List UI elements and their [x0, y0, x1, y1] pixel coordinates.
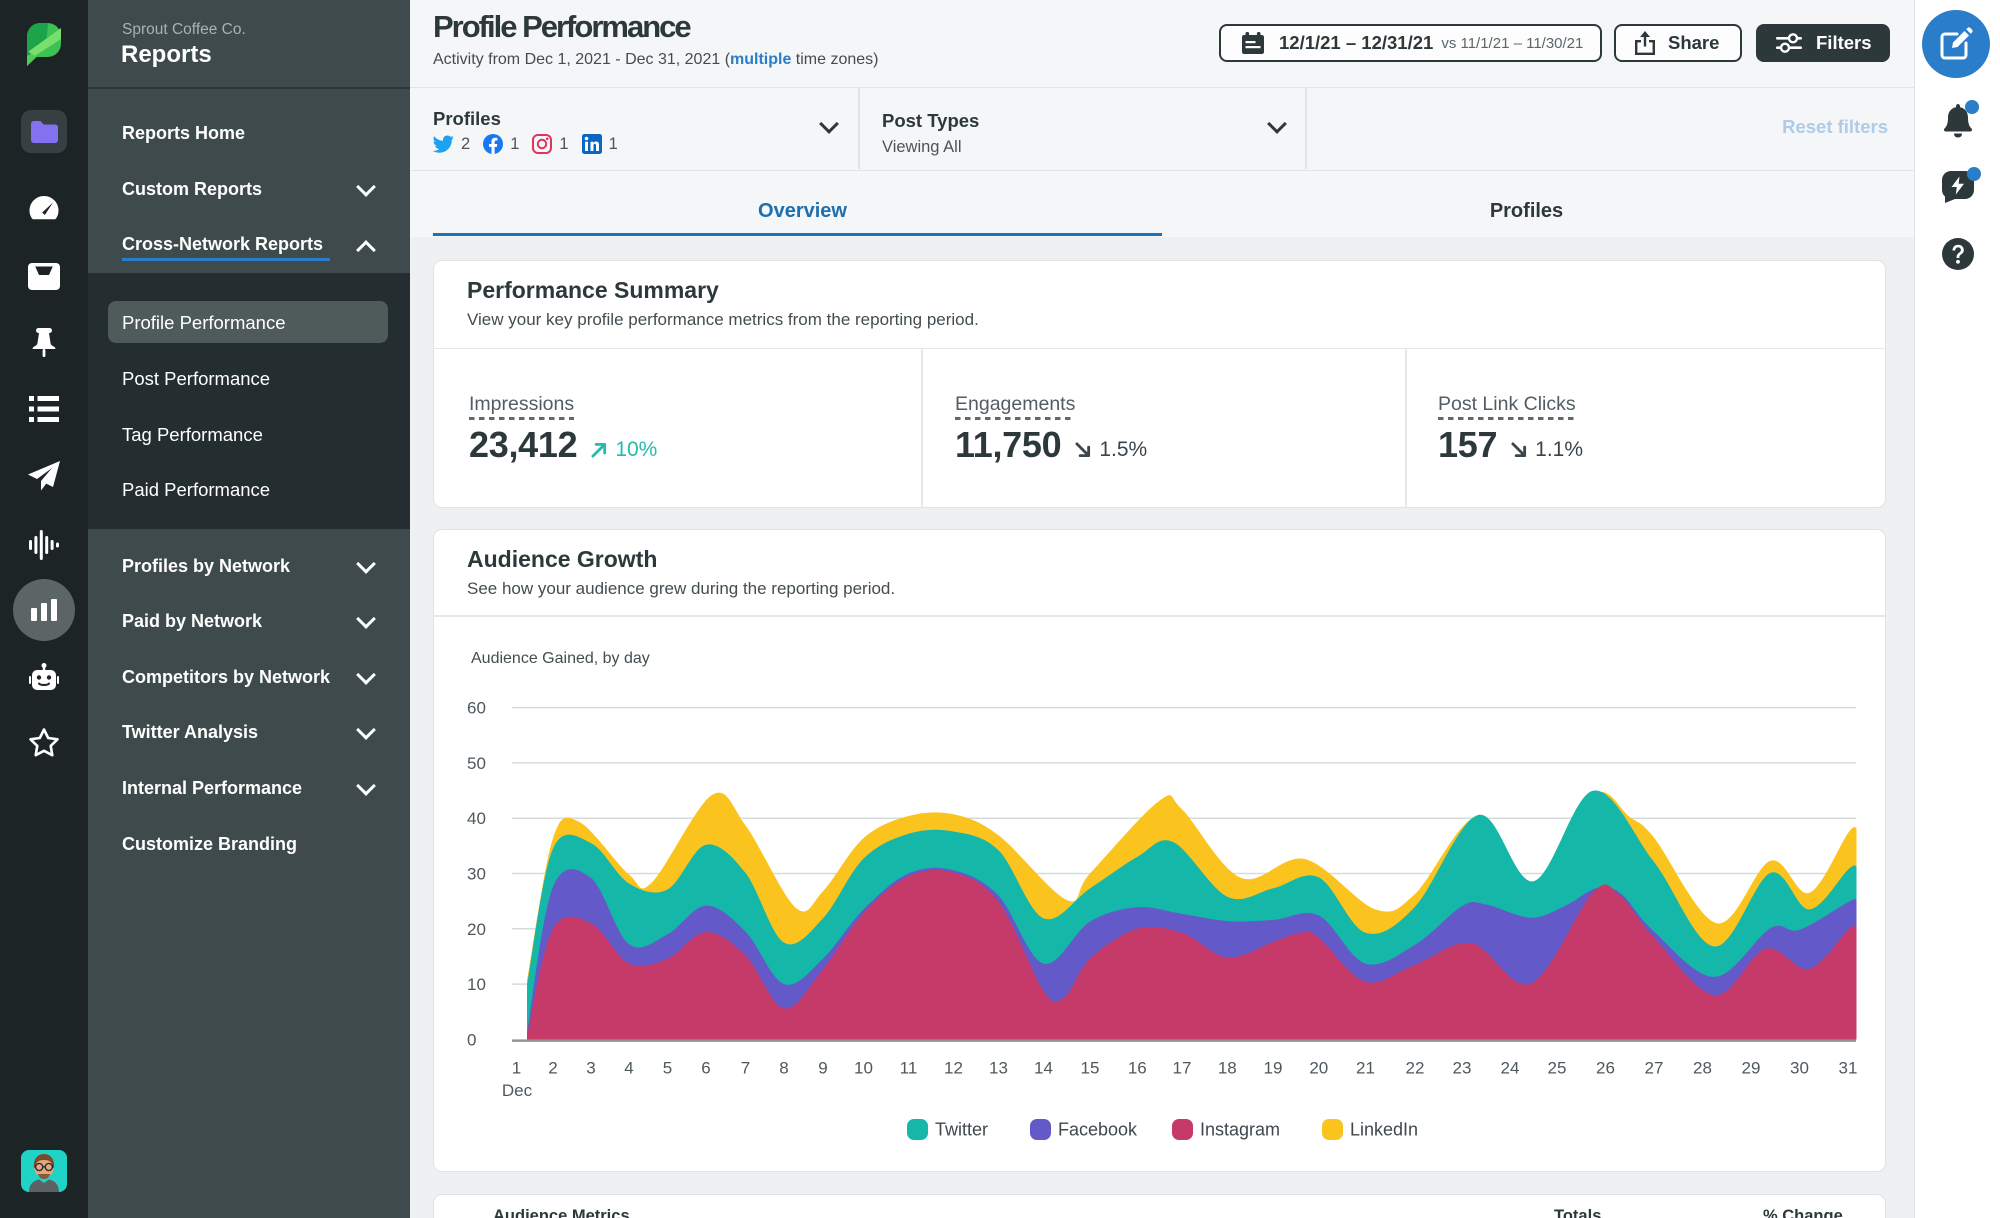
svg-text:30: 30 — [467, 865, 486, 884]
svg-text:7: 7 — [741, 1059, 750, 1078]
svg-text:2: 2 — [548, 1059, 557, 1078]
svg-text:LinkedIn: LinkedIn — [1350, 1120, 1418, 1140]
svg-text:0: 0 — [467, 1030, 476, 1049]
svg-text:Instagram: Instagram — [1200, 1120, 1280, 1140]
svg-text:Twitter: Twitter — [935, 1120, 988, 1140]
svg-text:31: 31 — [1839, 1059, 1858, 1078]
svg-text:5: 5 — [663, 1059, 672, 1078]
svg-text:50: 50 — [467, 754, 486, 773]
svg-text:6: 6 — [701, 1059, 710, 1078]
svg-text:12: 12 — [944, 1059, 963, 1078]
svg-text:19: 19 — [1264, 1059, 1283, 1078]
svg-text:23: 23 — [1453, 1059, 1472, 1078]
svg-text:10: 10 — [854, 1059, 873, 1078]
svg-text:3: 3 — [586, 1059, 595, 1078]
svg-text:24: 24 — [1501, 1059, 1520, 1078]
svg-text:20: 20 — [467, 920, 486, 939]
svg-text:9: 9 — [818, 1059, 827, 1078]
svg-text:15: 15 — [1081, 1059, 1100, 1078]
svg-text:20: 20 — [1309, 1059, 1328, 1078]
svg-text:14: 14 — [1034, 1059, 1053, 1078]
svg-text:40: 40 — [467, 809, 486, 828]
svg-text:16: 16 — [1128, 1059, 1147, 1078]
svg-text:30: 30 — [1790, 1059, 1809, 1078]
svg-text:11: 11 — [900, 1059, 918, 1078]
svg-text:26: 26 — [1596, 1059, 1615, 1078]
svg-text:Facebook: Facebook — [1058, 1120, 1138, 1140]
svg-text:17: 17 — [1173, 1059, 1192, 1078]
svg-text:10: 10 — [467, 975, 486, 994]
svg-text:27: 27 — [1645, 1059, 1664, 1078]
svg-text:29: 29 — [1742, 1059, 1761, 1078]
svg-text:18: 18 — [1218, 1059, 1237, 1078]
svg-text:21: 21 — [1356, 1059, 1375, 1078]
svg-text:22: 22 — [1406, 1059, 1425, 1078]
svg-text:13: 13 — [989, 1059, 1008, 1078]
svg-text:28: 28 — [1693, 1059, 1712, 1078]
svg-text:1: 1 — [512, 1059, 521, 1078]
svg-text:Dec: Dec — [502, 1081, 533, 1100]
svg-text:8: 8 — [779, 1059, 788, 1078]
svg-text:60: 60 — [467, 699, 486, 718]
svg-text:25: 25 — [1548, 1059, 1567, 1078]
svg-text:4: 4 — [624, 1059, 633, 1078]
